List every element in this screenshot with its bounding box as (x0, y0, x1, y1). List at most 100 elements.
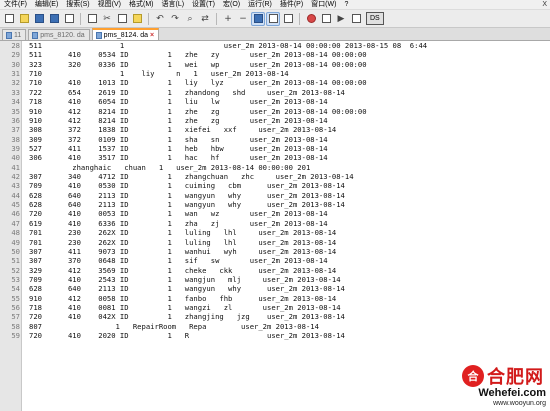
text-line: 50 307 411 9073 ID 1 wanhui wyh user_2m 2… (0, 247, 550, 256)
line-text: 527 411 1537 ID 1 heb hbw user_2m 2013-0… (29, 143, 328, 153)
save-all-icon[interactable] (47, 12, 61, 26)
text-line: 45 628 640 2113 ID 1 wangyun why user_2m … (0, 200, 550, 209)
text-line: 48 701 230 262X ID 1 luling lhl user_2m 2… (0, 228, 550, 237)
line-text: 910 412 8214 ID 1 zhe zg user_2m 2013-08… (29, 106, 367, 116)
text-line: 35 910 412 8214 ID 1 zhe zg user_2m 2013-… (0, 107, 550, 116)
play-icon[interactable]: ▶ (334, 12, 348, 26)
zoom-out-icon[interactable]: − (236, 12, 250, 26)
window-close-button[interactable]: X (538, 0, 550, 10)
line-text: 323 320 0336 ID 1 wei wp user_2m 2013-08… (29, 59, 367, 69)
line-text: 910 412 8214 ID 1 zhe zg user_2m 2013-08… (29, 115, 328, 125)
text-line: 57 720 410 042X ID 1 zhangjing jzg user_2… (0, 312, 550, 321)
line-text: 628 640 2113 ID 1 wangyun why user_2m 20… (29, 284, 345, 294)
line-number: 56 (11, 303, 20, 313)
line-number: 53 (11, 274, 20, 284)
paste-icon[interactable] (130, 12, 144, 26)
tab-label: pms_8124. da (103, 31, 149, 39)
cut-icon[interactable]: ✂ (100, 12, 114, 26)
line-number: 46 (11, 209, 20, 219)
watermark-domain: Wehefei.com (478, 387, 546, 399)
line-number: 41 (11, 162, 20, 172)
line-text: 511 1 user_2m 2013-08-14 00:00:00 2013-0… (29, 41, 428, 50)
line-number: 50 (11, 246, 20, 256)
new-icon[interactable] (2, 12, 16, 26)
watermark-logo: 合 合肥网 (462, 363, 544, 389)
save-icon[interactable] (32, 12, 46, 26)
file-tab[interactable]: pms_8120. da (28, 29, 90, 40)
text-line: 58 807 1 RepairRoom Repa user_2m 2013-08-… (0, 322, 550, 331)
menu-item-11[interactable]: ? (340, 0, 352, 10)
file-tab[interactable]: pms_8124. da × (91, 28, 160, 40)
toolbar-separator (80, 12, 81, 25)
text-line: 53 709 410 2543 ID 1 wangjun mlj user_2m … (0, 275, 550, 284)
text-line: 37 308 372 1838 ID 1 xiefei xxf user_2m 2… (0, 125, 550, 134)
menu-item-10[interactable]: 窗口(W) (307, 0, 340, 10)
menu-item-2[interactable]: 搜索(S) (62, 0, 93, 10)
menu-item-7[interactable]: 宏(O) (219, 0, 244, 10)
text-line: 43 709 410 0530 ID 1 cuiming cbm user_2m … (0, 181, 550, 190)
line-text: 628 640 2113 ID 1 wangyun why user_2m 20… (29, 190, 345, 200)
print-icon[interactable] (85, 12, 99, 26)
line-text: 720 410 2020 ID 1 R user_2m 2013-08-14 (29, 331, 345, 341)
text-line: 56 718 410 0081 ID 1 wangzi zl user_2m 20… (0, 303, 550, 312)
menu-item-6[interactable]: 设置(T) (188, 0, 219, 10)
copy-icon[interactable] (115, 12, 129, 26)
line-number: 29 (11, 50, 20, 60)
menu-item-5[interactable]: 语言(L) (157, 0, 188, 10)
sync-icon[interactable] (251, 11, 265, 26)
line-text: 718 410 0081 ID 1 wangzi zl user_2m 2013… (29, 303, 341, 313)
ds-button[interactable]: DS (366, 12, 384, 25)
line-text: 307 340 4712 ID 1 zhangchuan zhc user_2m… (29, 172, 354, 182)
menu-item-1[interactable]: 编辑(E) (31, 0, 62, 10)
line-text: 701 230 262X ID 1 luling lhl user_2m 201… (29, 228, 337, 238)
zoom-in-icon[interactable]: + (221, 12, 235, 26)
menu-item-8[interactable]: 运行(R) (244, 0, 276, 10)
line-number: 40 (11, 153, 20, 163)
record-icon[interactable] (304, 12, 318, 26)
menu-item-9[interactable]: 插件(P) (276, 0, 307, 10)
line-number: 59 (11, 331, 20, 341)
text-lines: 28 511 1 user_2m 2013-08-14 00:00:00 2013… (0, 41, 550, 341)
tab-close-icon[interactable]: × (150, 32, 154, 39)
line-text: 722 654 2619 ID 1 zhandong shd user_2m 2… (29, 87, 345, 97)
menu-item-4[interactable]: 格式(M) (125, 0, 158, 10)
find-icon[interactable]: ⌕ (183, 12, 197, 26)
line-text: 720 410 042X ID 1 zhangjing jzg user_2m … (29, 312, 345, 322)
editor-area[interactable]: 28 511 1 user_2m 2013-08-14 00:00:00 2013… (0, 41, 550, 411)
line-text: 628 640 2113 ID 1 wangyun why user_2m 20… (29, 200, 345, 210)
text-line: 46 720 410 0053 ID 1 wan wz user_2m 2013-… (0, 209, 550, 218)
stop-icon[interactable] (319, 12, 333, 26)
line-text: 718 410 6054 ID 1 liu lw user_2m 2013-08… (29, 97, 328, 107)
wrap-icon[interactable] (266, 11, 280, 26)
close-icon[interactable] (62, 12, 76, 26)
text-line: 54 628 640 2113 ID 1 wangyun why user_2m … (0, 284, 550, 293)
line-number: 37 (11, 125, 20, 135)
line-number: 44 (11, 190, 20, 200)
text-line: 47 619 410 6336 ID 1 zha zj user_2m 2013-… (0, 219, 550, 228)
menu-item-3[interactable]: 视图(V) (94, 0, 125, 10)
redo-icon[interactable]: ↷ (168, 12, 182, 26)
line-number: 34 (11, 97, 20, 107)
save-macro-icon[interactable] (349, 12, 363, 26)
text-line: 41 zhanghaic chuan 1 user_2m 2013-08-14 … (0, 163, 550, 172)
line-text: 329 412 3569 ID 1 cheke ckk user_2m 2013… (29, 265, 337, 275)
watermark-logo-icon: 合 (462, 365, 484, 387)
tab-label: pms_8120. da (40, 31, 85, 39)
line-number: 57 (11, 312, 20, 322)
text-line: 44 628 640 2113 ID 1 wangyun why user_2m … (0, 191, 550, 200)
line-number: 36 (11, 115, 20, 125)
line-text: 308 372 1838 ID 1 xiefei xxf user_2m 201… (29, 125, 337, 135)
replace-icon[interactable]: ⇄ (198, 12, 212, 26)
open-icon[interactable] (17, 12, 31, 26)
text-line: 49 701 230 262X ID 1 luling lhl user_2m 2… (0, 238, 550, 247)
line-text: 709 410 2543 ID 1 wangjun mlj user_2m 20… (29, 274, 341, 284)
undo-icon[interactable]: ↶ (153, 12, 167, 26)
line-text: 709 410 0530 ID 1 cuiming cbm user_2m 20… (29, 181, 345, 191)
line-number: 32 (11, 78, 20, 88)
line-text: 307 370 0648 ID 1 sif sw user_2m 2013-08… (29, 256, 328, 266)
file-tab[interactable]: 11 (2, 29, 27, 40)
line-number: 49 (11, 237, 20, 247)
indent-icon[interactable] (281, 12, 295, 26)
toolbar: ✂ ↶ ↷ ⌕ ⇄ + − ▶ DS (0, 10, 550, 28)
menu-item-0[interactable]: 文件(F) (0, 0, 31, 10)
